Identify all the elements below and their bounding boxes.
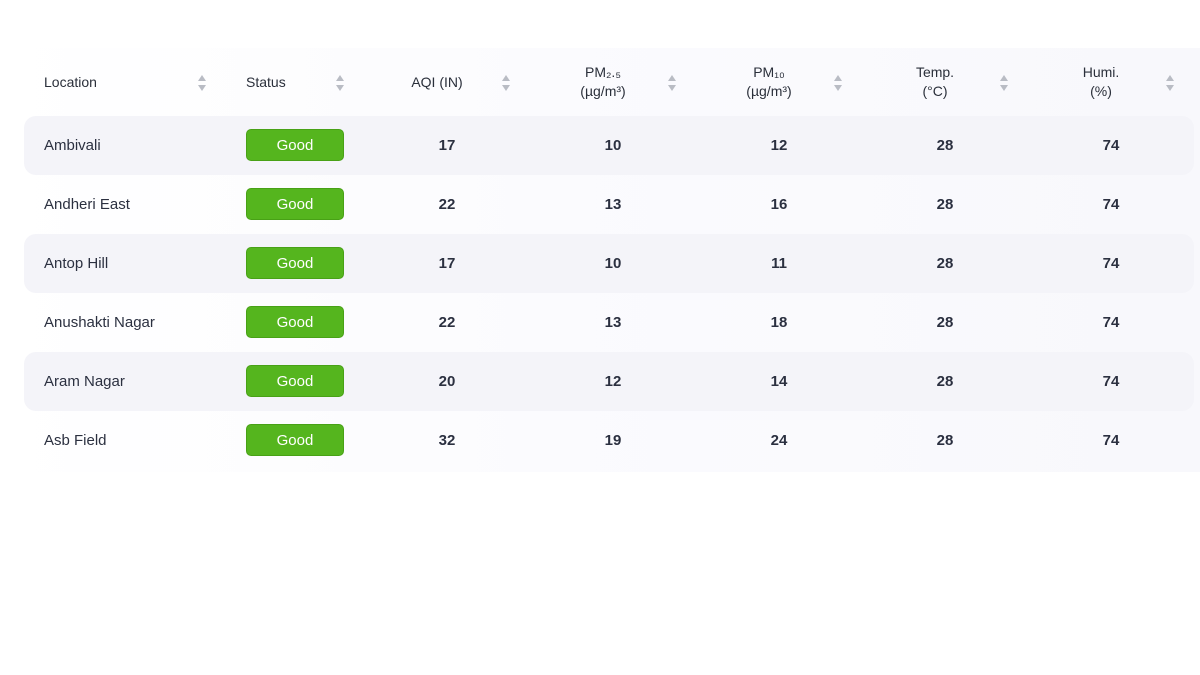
temp-cell: 28 bbox=[936, 255, 954, 272]
temp-cell: 28 bbox=[936, 314, 954, 331]
aqi-cell: 22 bbox=[438, 314, 456, 331]
pm10-cell: 18 bbox=[770, 314, 788, 331]
humi-cell: 74 bbox=[1102, 137, 1120, 154]
column-label-location: Location bbox=[44, 73, 97, 90]
status-badge: Good bbox=[246, 424, 344, 456]
table-row[interactable]: Anushakti Nagar Good 22 13 18 28 74 bbox=[24, 293, 1194, 352]
pm10-cell: 11 bbox=[771, 255, 787, 272]
pm25-cell: 13 bbox=[604, 314, 622, 331]
sort-arrows-icon[interactable] bbox=[833, 73, 843, 93]
humi-cell: 74 bbox=[1102, 255, 1120, 272]
column-header-humi[interactable]: Humi. (%) bbox=[1061, 58, 1141, 106]
location-cell: Aram Nagar bbox=[44, 373, 125, 390]
table-row[interactable]: Antop Hill Good 17 10 11 28 74 bbox=[24, 234, 1194, 293]
table-row[interactable]: Andheri East Good 22 13 16 28 74 bbox=[24, 175, 1194, 234]
pm25-cell: 13 bbox=[604, 196, 622, 213]
temp-cell: 28 bbox=[936, 432, 954, 449]
humi-cell: 74 bbox=[1102, 196, 1120, 213]
pm10-cell: 12 bbox=[770, 137, 788, 154]
table-row[interactable]: Asb Field Good 32 19 24 28 74 bbox=[24, 411, 1194, 470]
column-header-aqi[interactable]: AQI (IN) bbox=[397, 58, 477, 106]
table-body: Ambivali Good 17 10 12 28 74 Andheri Eas… bbox=[24, 116, 1194, 470]
column-label-pm10: PM₁₀ bbox=[753, 64, 785, 80]
pm10-cell: 14 bbox=[770, 373, 788, 390]
column-unit-pm10: (µg/m³) bbox=[746, 83, 792, 99]
temp-cell: 28 bbox=[936, 196, 954, 213]
table-row[interactable]: Ambivali Good 17 10 12 28 74 bbox=[24, 116, 1194, 175]
status-badge: Good bbox=[246, 188, 344, 220]
column-label-aqi: AQI (IN) bbox=[411, 73, 463, 90]
sort-arrows-icon[interactable] bbox=[501, 73, 511, 93]
column-header-status[interactable]: Status bbox=[246, 58, 286, 106]
column-header-location[interactable]: Location bbox=[44, 58, 97, 106]
aqi-cell: 17 bbox=[438, 137, 456, 154]
aqi-table: Location Status AQI (IN) PM₂.₅ (µg/m³) P… bbox=[0, 48, 1200, 472]
column-label-status: Status bbox=[246, 73, 286, 90]
pm25-cell: 10 bbox=[604, 137, 622, 154]
sort-arrows-icon[interactable] bbox=[1165, 73, 1175, 93]
location-cell: Ambivali bbox=[44, 137, 101, 154]
column-unit-pm25: (µg/m³) bbox=[580, 83, 626, 99]
column-unit-humi: (%) bbox=[1090, 83, 1112, 99]
column-label-humi: Humi. bbox=[1082, 64, 1120, 80]
pm10-cell: 16 bbox=[770, 196, 788, 213]
aqi-cell: 17 bbox=[438, 255, 456, 272]
sort-arrows-icon[interactable] bbox=[999, 73, 1009, 93]
humi-cell: 74 bbox=[1102, 314, 1120, 331]
sort-arrows-icon[interactable] bbox=[335, 73, 345, 93]
sort-arrows-icon[interactable] bbox=[197, 73, 207, 93]
aqi-cell: 20 bbox=[438, 373, 456, 390]
table-header: Location Status AQI (IN) PM₂.₅ (µg/m³) P… bbox=[24, 58, 1200, 106]
status-badge: Good bbox=[246, 129, 344, 161]
table-row[interactable]: Aram Nagar Good 20 12 14 28 74 bbox=[24, 352, 1194, 411]
sort-arrows-icon[interactable] bbox=[667, 73, 677, 93]
status-badge: Good bbox=[246, 306, 344, 338]
status-badge: Good bbox=[246, 365, 344, 397]
column-label-pm25: PM₂.₅ bbox=[585, 64, 621, 80]
aqi-cell: 32 bbox=[438, 432, 456, 449]
column-header-pm25[interactable]: PM₂.₅ (µg/m³) bbox=[563, 58, 643, 106]
column-header-pm10[interactable]: PM₁₀ (µg/m³) bbox=[729, 58, 809, 106]
pm10-cell: 24 bbox=[770, 432, 788, 449]
humi-cell: 74 bbox=[1102, 373, 1120, 390]
pm25-cell: 10 bbox=[604, 255, 622, 272]
column-header-temp[interactable]: Temp. (°C) bbox=[895, 58, 975, 106]
column-unit-temp: (°C) bbox=[922, 83, 948, 99]
location-cell: Anushakti Nagar bbox=[44, 314, 155, 331]
humi-cell: 74 bbox=[1102, 432, 1120, 449]
location-cell: Asb Field bbox=[44, 432, 107, 449]
pm25-cell: 19 bbox=[604, 432, 622, 449]
temp-cell: 28 bbox=[936, 137, 954, 154]
pm25-cell: 12 bbox=[604, 373, 622, 390]
column-label-temp: Temp. bbox=[915, 64, 955, 80]
location-cell: Antop Hill bbox=[44, 255, 109, 272]
location-cell: Andheri East bbox=[44, 196, 130, 213]
aqi-cell: 22 bbox=[438, 196, 456, 213]
temp-cell: 28 bbox=[936, 373, 954, 390]
status-badge: Good bbox=[246, 247, 344, 279]
